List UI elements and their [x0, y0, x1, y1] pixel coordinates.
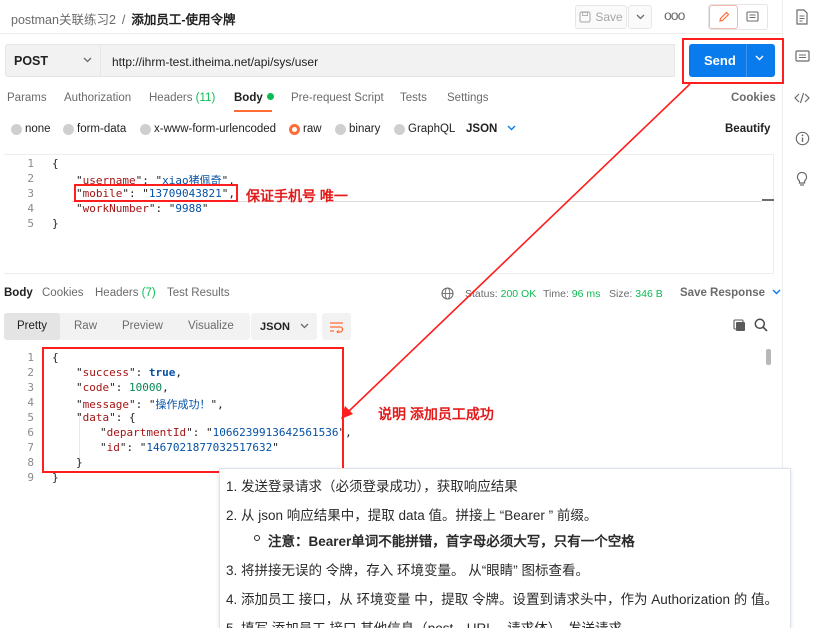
- note-step-5: 5. 填写 添加员工 接口 其他信息（post、URL、请求体），发送请求: [226, 617, 622, 628]
- note-step-4: 4. 添加员工 接口，从 环境变量 中，提取 令牌。设置到请求头中，作为 Aut…: [226, 592, 779, 607]
- note-step-3: 3. 将拼接无误的 令牌，存入 环境变量。 从“眼睛” 图标查看。: [226, 563, 590, 578]
- bullet-icon: [254, 535, 260, 541]
- notes-panel: 1. 发送登录请求（必须登录成功），获取响应结果 2. 从 json 响应结果中…: [219, 468, 791, 628]
- note-step-2-warning: 注意：Bearer单词不能拼错，首字母必须大写，只有一个空格: [268, 534, 635, 549]
- note-step-2: 2. 从 json 响应结果中，提取 data 值。拼接上 “Bearer ” …: [226, 508, 598, 523]
- note-step-1: 1. 发送登录请求（必须登录成功），获取响应结果: [226, 479, 518, 494]
